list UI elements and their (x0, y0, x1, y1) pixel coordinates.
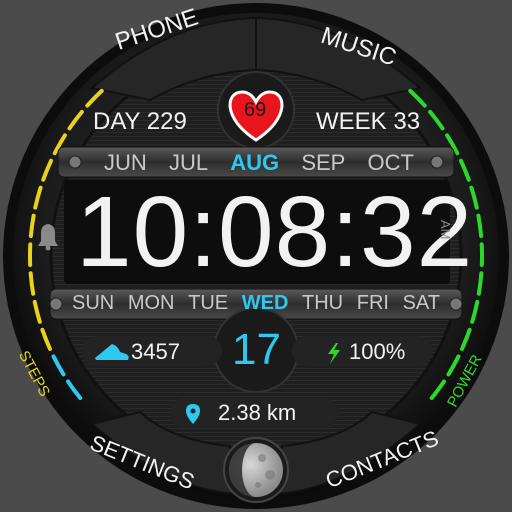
am-pm-indicator: AM (438, 220, 453, 240)
time-display: 10:08:32 (76, 176, 474, 288)
weekday-selector: SUN MON TUE WED THU FRI SAT (72, 292, 440, 318)
weekday-tue[interactable]: TUE (188, 292, 228, 318)
month-jul[interactable]: JUL (169, 150, 208, 176)
weekday-mon[interactable]: MON (128, 292, 175, 318)
steps-value: 3457 (131, 339, 180, 364)
month-sep[interactable]: SEP (301, 150, 345, 176)
weekday-thu[interactable]: THU (302, 292, 343, 318)
steps-gauge-segment (28, 271, 36, 296)
weekday-sun[interactable]: SUN (72, 292, 114, 318)
weekday-fri[interactable]: FRI (357, 292, 389, 318)
month-jun[interactable]: JUN (104, 150, 147, 176)
heart-rate-value: 69 (244, 99, 267, 121)
month-selector: JUN JUL AUG SEP OCT (104, 150, 414, 176)
battery-value: 100% (349, 339, 406, 364)
week-number: WEEK 33 (316, 108, 421, 135)
month-oct[interactable]: OCT (368, 150, 414, 176)
weekday-wed[interactable]: WED (242, 292, 289, 318)
day-of-year: DAY 229 (93, 108, 187, 135)
weekday-sat[interactable]: SAT (403, 292, 440, 318)
date-of-month: 17 (232, 325, 281, 374)
power-gauge-segment (476, 271, 484, 296)
distance-value: 2.38 km (218, 400, 297, 425)
month-aug[interactable]: AUG (230, 150, 279, 176)
